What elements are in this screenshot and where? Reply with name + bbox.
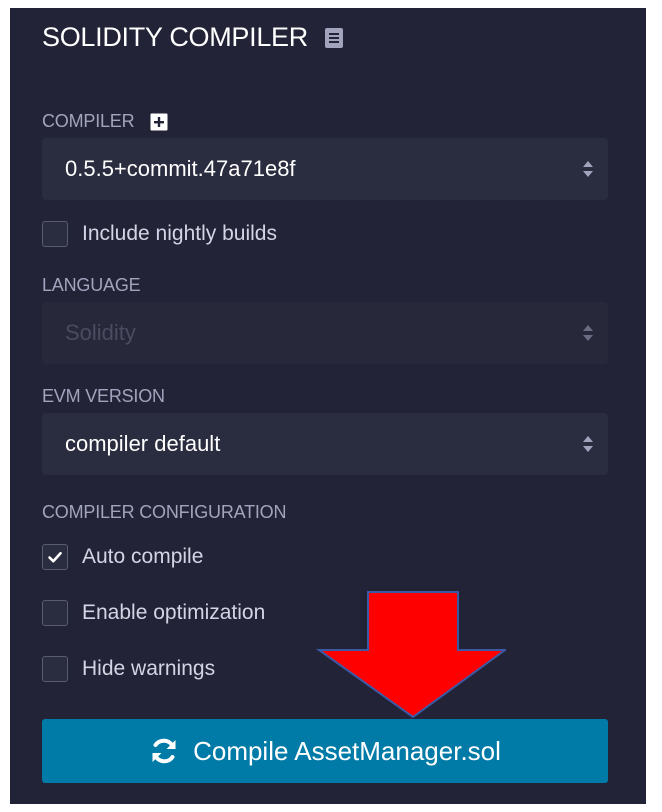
language-select: Solidity [42,302,608,364]
language-value: Solidity [65,320,136,345]
enable-optimization-label: Enable optimization [82,601,266,624]
refresh-icon [152,738,176,764]
compiler-configuration-label: COMPILER CONFIGURATION [42,502,287,522]
compile-button[interactable]: Compile AssetManager.sol [42,719,608,783]
evm-version-label: EVM VERSION [42,386,165,406]
panel-header: SOLIDITY COMPILER [42,22,344,53]
hide-warnings-checkbox[interactable] [42,656,68,682]
compiler-panel: SOLIDITY COMPILER COMPILER 0.5.5+commit.… [10,8,646,804]
select-caret-icon [583,436,593,452]
hide-warnings-checkbox-row[interactable]: Hide warnings [42,656,215,682]
language-label: LANGUAGE [42,275,141,295]
enable-optimization-checkbox-row[interactable]: Enable optimization [42,600,265,626]
compiler-label: COMPILER [42,111,135,131]
book-icon[interactable] [324,27,344,49]
auto-compile-checkbox-row[interactable]: Auto compile [42,544,203,570]
hide-warnings-label: Hide warnings [82,657,216,680]
evm-version-select[interactable]: compiler default [42,413,608,475]
select-caret-icon [583,325,593,341]
select-caret-icon [583,161,593,177]
compile-button-label: Compile AssetManager.sol [193,735,501,766]
nightly-builds-label: Include nightly builds [82,222,277,245]
plus-square-icon[interactable] [150,113,168,131]
auto-compile-checkbox[interactable] [42,544,68,570]
red-arrow-annotation [315,591,506,719]
evm-version-value: compiler default [65,431,221,456]
checkmark-icon [48,551,62,563]
panel-title: SOLIDITY COMPILER [42,22,308,52]
compiler-label-row: COMPILER [42,111,168,132]
compiler-version-value: 0.5.5+commit.47a71e8f [65,156,296,181]
nightly-builds-checkbox[interactable] [42,221,68,247]
nightly-builds-checkbox-row[interactable]: Include nightly builds [42,221,277,247]
enable-optimization-checkbox[interactable] [42,600,68,626]
auto-compile-label: Auto compile [82,545,204,568]
compiler-version-select[interactable]: 0.5.5+commit.47a71e8f [42,138,608,200]
